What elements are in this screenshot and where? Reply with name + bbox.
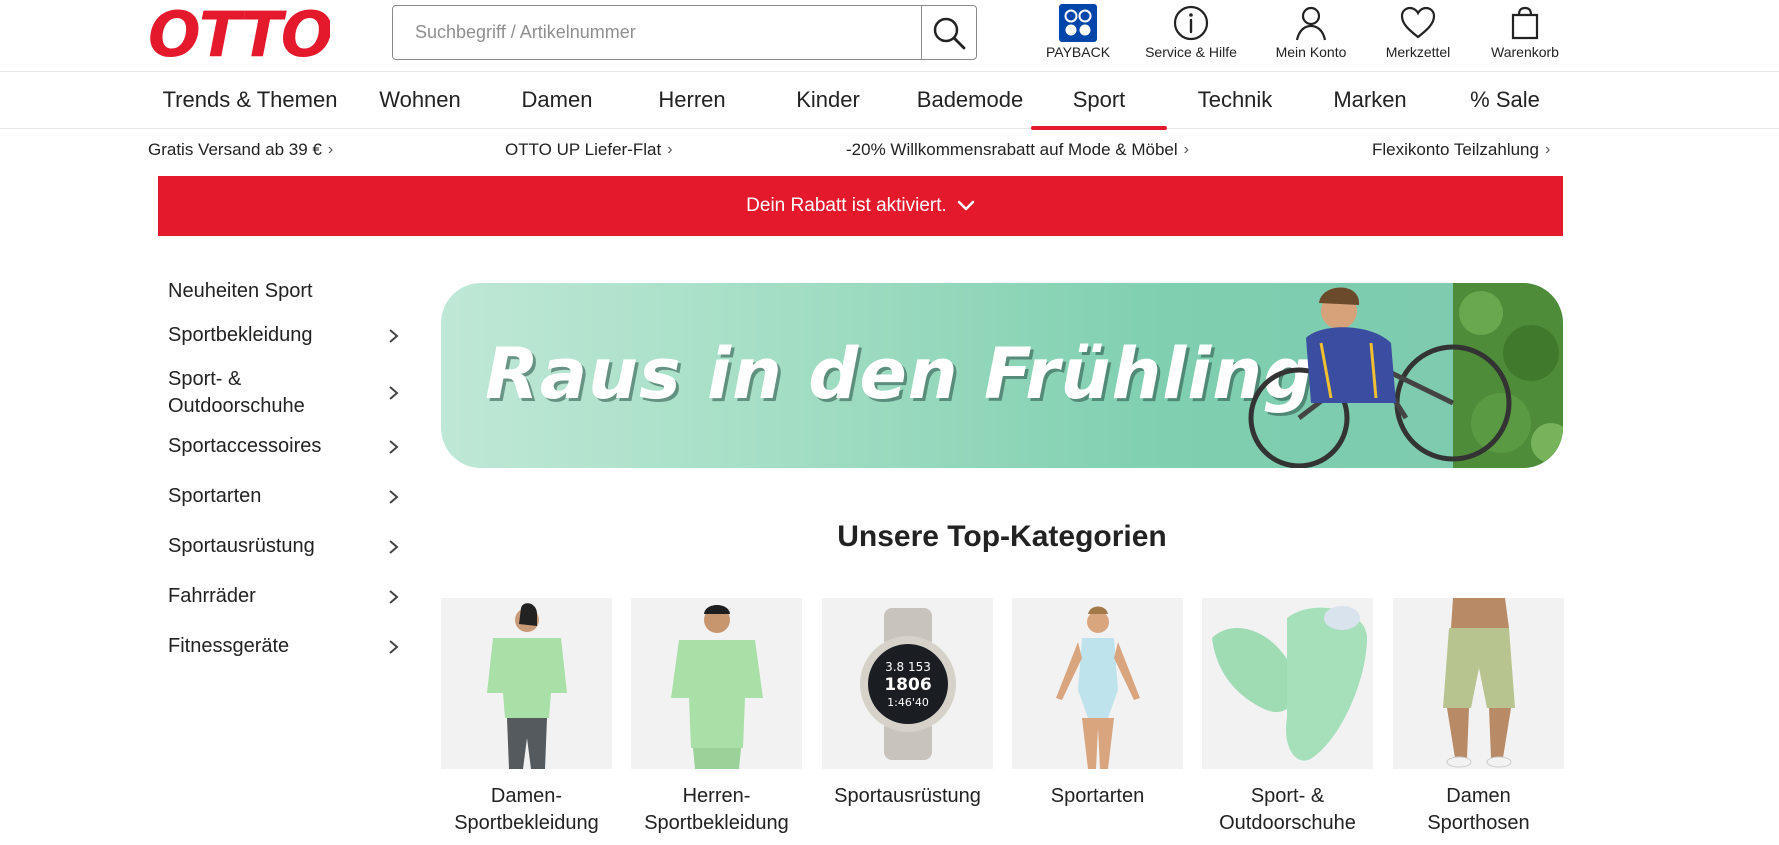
otto-logo[interactable]: OTTO [148, 4, 330, 62]
category-card-damen-sportbekleidung[interactable]: Damen-Sportbekleidung [441, 598, 612, 837]
category-label: Herren-Sportbekleidung [644, 785, 789, 834]
chevron-right-icon [389, 386, 399, 400]
service-label: Service & Hilfe [1145, 44, 1237, 60]
usp-otto-up[interactable]: OTTO UP Liefer-Flat › [505, 140, 673, 160]
service-link[interactable]: Service & Hilfe [1138, 2, 1244, 64]
category-card-herren-sportbekleidung[interactable]: Herren-Sportbekleidung [631, 598, 802, 837]
category-label: Sportausrüstung [834, 785, 981, 807]
hero-title: Raus in den Frühling [485, 333, 1315, 415]
nav-technik[interactable]: Technik [1180, 72, 1290, 128]
hero-banner[interactable]: Raus in den Frühling [441, 283, 1563, 468]
info-icon [1173, 5, 1209, 41]
category-label: Sportarten [1050, 785, 1145, 807]
sidebar-item-label: Fitnessgeräte [168, 635, 290, 657]
chevron-down-icon [957, 200, 975, 211]
chevron-right-icon [389, 539, 399, 554]
category-label: Sport- & Outdoorschuhe [1219, 785, 1356, 834]
category-label: Damen-Sportbekleidung [454, 785, 599, 834]
watch-readout-3: 1:46'40 [887, 696, 929, 709]
site-header: OTTO PAYBACK [0, 0, 1779, 72]
sidebar-item-label: Sportausrüstung [168, 535, 315, 557]
category-image [441, 598, 612, 769]
user-icon [1295, 6, 1327, 41]
chevron-right-icon: › [327, 141, 334, 158]
nav-herren[interactable]: Herren [637, 72, 747, 128]
sidebar-item-label: Fahrräder [168, 585, 256, 607]
sidebar-item-sport-outdoorschuhe[interactable]: Sport- & Outdoorschuhe [168, 366, 400, 420]
chevron-right-icon: › [667, 141, 673, 158]
main-navigation: Trends & Themen Wohnen Damen Herren Kind… [0, 72, 1779, 130]
search-input[interactable] [393, 6, 923, 59]
category-image [1202, 598, 1373, 769]
category-card-damen-sporthosen[interactable]: Damen Sporthosen [1393, 598, 1564, 837]
sidebar-item-sportaccessoires[interactable]: Sportaccessoires [168, 433, 400, 460]
svg-text:OTTO: OTTO [148, 4, 330, 62]
category-image [1393, 598, 1564, 769]
category-card-sportausruestung[interactable]: 3.8 153 1806 1:46'40 Sportausrüstung [822, 598, 993, 810]
sidebar-item-neuheiten-sport[interactable]: Neuheiten Sport [168, 278, 400, 305]
category-card-sport-outdoorschuhe[interactable]: Sport- & Outdoorschuhe [1202, 598, 1373, 837]
account-label: Mein Konto [1275, 44, 1347, 60]
category-image: 3.8 153 1806 1:46'40 [822, 598, 993, 769]
chevron-right-icon [389, 439, 399, 454]
sidebar-item-label: Sportbekleidung [168, 324, 313, 346]
chevron-right-icon [389, 589, 399, 604]
sidebar-item-sportarten[interactable]: Sportarten [168, 483, 400, 510]
chevron-right-icon: › [1544, 141, 1551, 158]
usp-flexikonto[interactable]: Flexikonto Teilzahlung › [1372, 140, 1550, 160]
category-label: Damen Sporthosen [1427, 785, 1530, 834]
sidebar-item-label: Sportarten [168, 485, 262, 507]
wishlist-label: Merkzettel [1385, 44, 1451, 60]
nav-wohnen[interactable]: Wohnen [365, 72, 475, 128]
category-image [1012, 598, 1183, 769]
sidebar-item-fahrraeder[interactable]: Fahrräder [168, 583, 400, 610]
cart-link[interactable]: Warenkorb [1483, 2, 1567, 64]
usp-label: Gratis Versand ab 39 € [148, 140, 322, 159]
usp-label: -20% Willkommensrabatt auf Mode & Möbel [846, 140, 1178, 159]
category-image [631, 598, 802, 769]
payback-link[interactable]: PAYBACK [1038, 2, 1118, 64]
payback-icon [1059, 4, 1097, 42]
usp-free-shipping[interactable]: Gratis Versand ab 39 € › [148, 140, 333, 160]
nav-damen[interactable]: Damen [502, 72, 612, 128]
heart-icon [1400, 6, 1436, 39]
discount-banner[interactable]: Dein Rabatt ist aktiviert. [158, 176, 1563, 236]
usp-label: OTTO UP Liefer-Flat [505, 140, 662, 159]
chevron-right-icon [389, 639, 399, 654]
nav-bademode[interactable]: Bademode [900, 72, 1040, 128]
nav-trends-themen[interactable]: Trends & Themen [150, 72, 350, 128]
search-bar [392, 5, 977, 60]
usp-label: Flexikonto Teilzahlung [1372, 140, 1539, 159]
top-categories-title: Unsere Top-Kategorien [837, 520, 1167, 553]
watch-readout-1: 3.8 153 [885, 660, 931, 674]
category-card-sportarten[interactable]: Sportarten [1012, 598, 1183, 810]
account-link[interactable]: Mein Konto [1268, 2, 1354, 64]
chevron-right-icon: › [1183, 141, 1189, 158]
cart-icon [1511, 6, 1539, 40]
cart-label: Warenkorb [1491, 44, 1559, 60]
search-icon [933, 17, 966, 49]
sidebar-item-sportbekleidung[interactable]: Sportbekleidung [168, 322, 400, 349]
discount-banner-label: Dein Rabatt ist aktiviert. [746, 195, 947, 216]
sidebar-item-label: Neuheiten Sport [168, 280, 313, 302]
nav-sport[interactable]: Sport [1031, 72, 1167, 130]
chevron-right-icon [389, 328, 399, 343]
usp-welcome-discount[interactable]: -20% Willkommensrabatt auf Mode & Möbel › [846, 140, 1189, 160]
nav-marken[interactable]: Marken [1315, 72, 1425, 128]
sidebar-item-sportausruestung[interactable]: Sportausrüstung [168, 533, 400, 560]
sidebar-item-label: Sportaccessoires [168, 435, 322, 457]
chevron-right-icon [389, 489, 399, 504]
search-button[interactable] [921, 6, 976, 59]
sidebar-item-label: Sport- & Outdoorschuhe [168, 368, 305, 417]
wishlist-link[interactable]: Merkzettel [1378, 2, 1458, 64]
sidebar-item-fitnessgeraete[interactable]: Fitnessgeräte [168, 633, 400, 660]
hero-cyclist-image [1248, 283, 1563, 468]
nav-sale[interactable]: % Sale [1450, 72, 1560, 128]
nav-kinder[interactable]: Kinder [773, 72, 883, 128]
watch-readout-2: 1806 [884, 675, 931, 695]
payback-label: PAYBACK [1045, 44, 1111, 60]
